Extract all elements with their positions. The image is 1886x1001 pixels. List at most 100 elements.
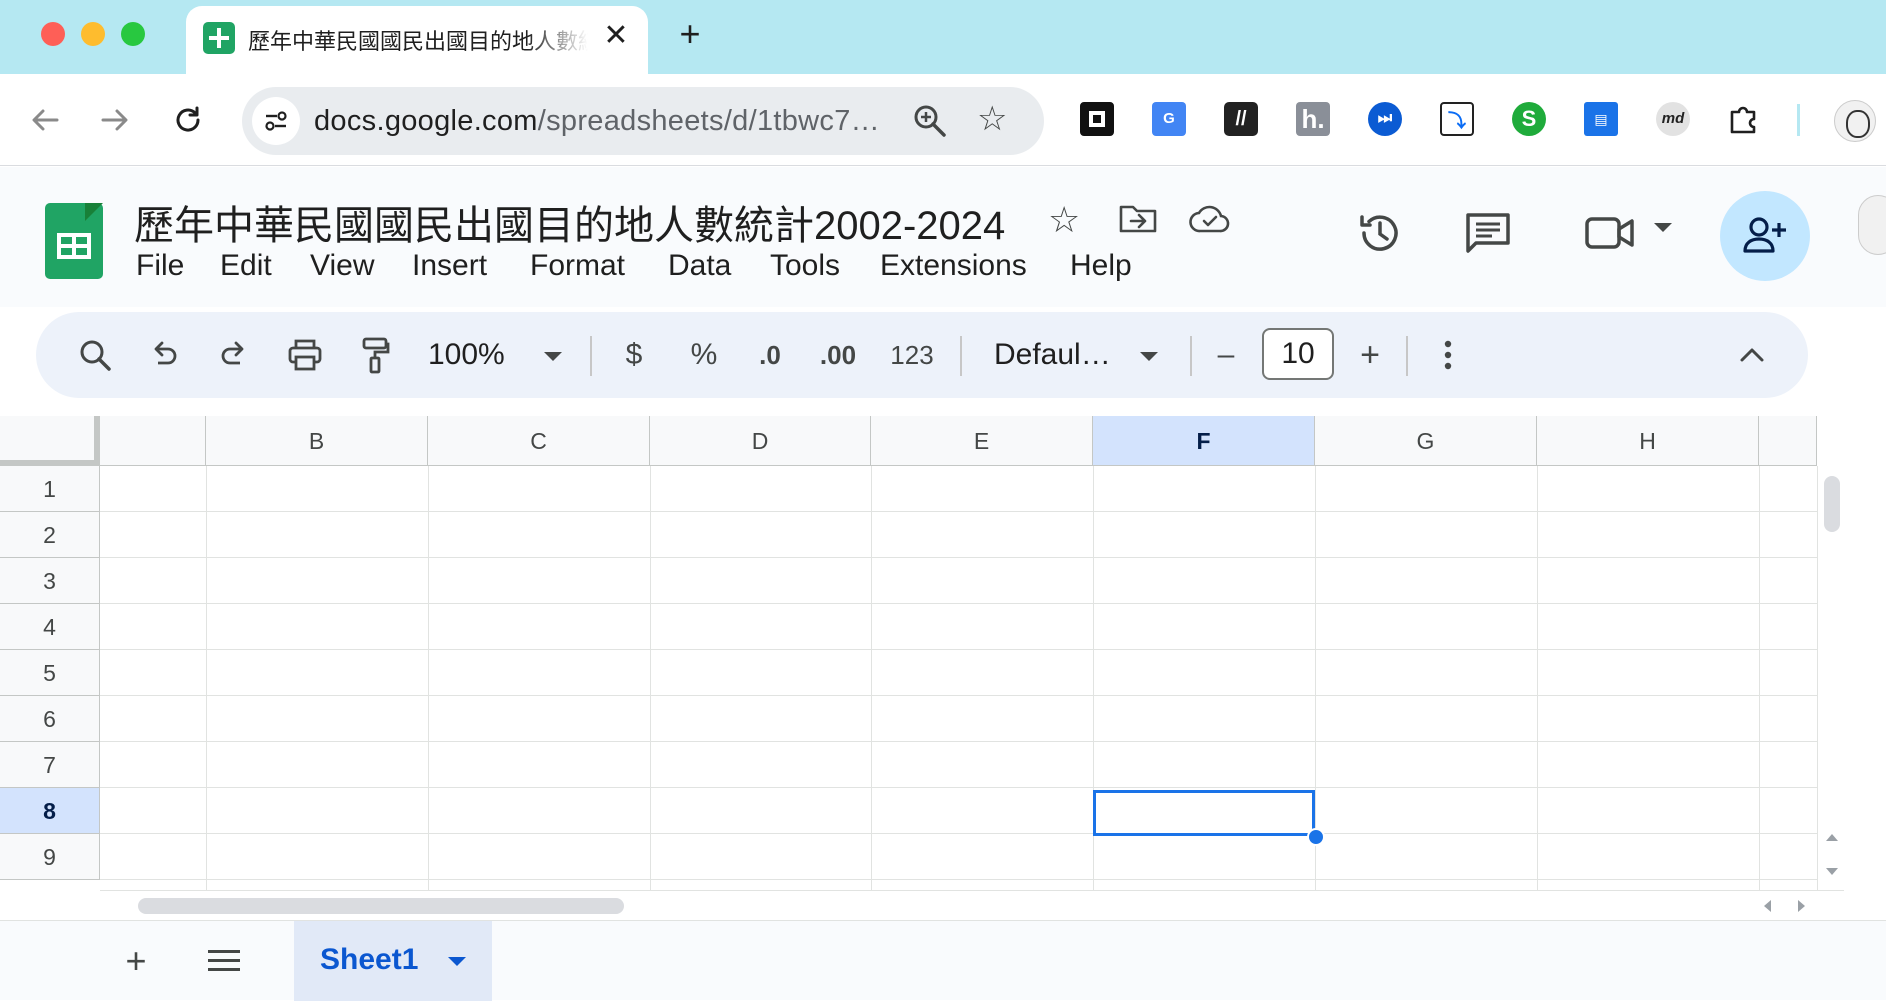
address-bar[interactable]: docs.google.com/spreadsheets/d/1tbwc7… ☆ — [242, 87, 1044, 155]
cloud-saved-icon[interactable] — [1188, 203, 1232, 240]
sheet-tab-caret-icon[interactable] — [448, 957, 466, 966]
meet-video-icon[interactable] — [1584, 211, 1636, 260]
google-translate-icon[interactable]: G — [1152, 102, 1186, 136]
md-icon[interactable]: md — [1656, 102, 1690, 136]
row-header[interactable]: 1 — [0, 466, 100, 512]
profile-avatar[interactable] — [1834, 100, 1876, 142]
increase-decimal-button[interactable]: .00 — [812, 332, 864, 378]
row-header[interactable]: 2 — [0, 512, 100, 558]
scroll-right-arrow-icon[interactable] — [1798, 900, 1805, 912]
vertical-scroll-thumb[interactable] — [1824, 476, 1840, 532]
scroll-left-arrow-icon[interactable] — [1764, 900, 1771, 912]
increase-font-size-button[interactable]: + — [1352, 332, 1388, 378]
menu-help[interactable]: Help — [1070, 249, 1132, 283]
back-button[interactable] — [25, 100, 65, 140]
h-icon[interactable]: h. — [1296, 102, 1330, 136]
extensions-puzzle-icon[interactable] — [1726, 102, 1760, 136]
menu-format[interactable]: Format — [530, 249, 625, 283]
bookmark-star-icon[interactable]: ☆ — [977, 101, 1007, 137]
zoom-icon[interactable] — [912, 103, 948, 144]
vertical-scrollbar[interactable] — [1817, 466, 1844, 890]
media-skip-icon[interactable]: ⏭ — [1368, 102, 1402, 136]
star-icon[interactable]: ☆ — [1048, 199, 1080, 241]
row-header[interactable]: 5 — [0, 650, 100, 696]
browser-tab-active[interactable]: 歷年中華民國國民出國目的地人數統計2002-2024 ✕ — [186, 6, 648, 74]
more-formats-button[interactable]: 123 — [888, 332, 936, 378]
row-header[interactable]: 3 — [0, 558, 100, 604]
menu-edit[interactable]: Edit — [220, 249, 272, 283]
share-button[interactable] — [1720, 191, 1810, 281]
print-icon[interactable] — [284, 332, 326, 378]
horizontal-scrollbar[interactable] — [100, 890, 1844, 920]
window-close-button[interactable] — [41, 22, 65, 46]
menu-extensions[interactable]: Extensions — [880, 249, 1027, 283]
document-title[interactable]: 歷年中華民國國民出國目的地人數統計2002-2024 — [134, 193, 1005, 251]
paint-format-icon[interactable] — [356, 332, 394, 378]
sheet-tab-sheet1[interactable]: Sheet1 — [294, 921, 492, 1001]
add-sheet-button[interactable]: + — [116, 941, 156, 981]
scroll-up-arrow-icon[interactable] — [1826, 834, 1838, 841]
docs-stack-icon[interactable]: ▤ — [1584, 102, 1618, 136]
forward-button[interactable] — [95, 100, 135, 140]
all-sheets-menu-icon[interactable] — [204, 941, 244, 981]
s-circle-icon[interactable]: S — [1512, 102, 1546, 136]
row-header[interactable]: 4 — [0, 604, 100, 650]
comments-icon[interactable] — [1464, 209, 1512, 262]
tab-close-icon[interactable]: ✕ — [600, 20, 632, 52]
column-header-active[interactable]: F — [1093, 416, 1315, 466]
row-header[interactable]: 9 — [0, 834, 100, 880]
search-menus-icon[interactable] — [72, 332, 118, 378]
column-header[interactable]: C — [428, 416, 650, 466]
selected-cell-f8[interactable] — [1093, 790, 1315, 836]
sheets-logo-icon[interactable] — [45, 203, 103, 279]
horizontal-scroll-thumb[interactable] — [138, 898, 624, 914]
column-header[interactable]: D — [650, 416, 871, 466]
site-info-button[interactable] — [252, 97, 300, 145]
menu-tools[interactable]: Tools — [770, 249, 840, 283]
move-folder-icon[interactable] — [1118, 203, 1158, 240]
row-header-active[interactable]: 8 — [0, 788, 100, 834]
person-add-icon — [1743, 217, 1786, 253]
undo-icon[interactable] — [144, 332, 184, 378]
collapse-menus-icon[interactable] — [1732, 332, 1772, 378]
slash-lines-icon[interactable]: // — [1224, 102, 1258, 136]
font-family-select[interactable]: Defaul… — [994, 332, 1124, 378]
font-size-input[interactable]: 10 — [1262, 328, 1334, 380]
redo-icon[interactable] — [214, 332, 254, 378]
window-minimize-button[interactable] — [81, 22, 105, 46]
menu-data[interactable]: Data — [668, 249, 731, 283]
column-header[interactable]: G — [1315, 416, 1537, 466]
reload-button[interactable] — [168, 100, 208, 140]
window-zoom-button[interactable] — [121, 22, 145, 46]
menu-file[interactable]: File — [136, 249, 184, 283]
select-all-corner[interactable] — [0, 416, 100, 466]
row-header[interactable]: 7 — [0, 742, 100, 788]
font-caret-icon[interactable] — [1140, 352, 1158, 361]
increase-decimal-label: .00 — [819, 340, 857, 370]
row-header[interactable]: 6 — [0, 696, 100, 742]
currency-format-button[interactable]: $ — [616, 332, 652, 378]
spreadsheet-grid[interactable]: B C D E F G H 1 2 3 4 5 6 7 8 9 — [0, 416, 1844, 890]
column-header[interactable]: B — [206, 416, 428, 466]
square-frame-icon[interactable] — [1080, 102, 1114, 136]
new-tab-button[interactable]: + — [672, 16, 708, 52]
decrease-decimal-button[interactable]: .0 — [748, 332, 792, 378]
menu-view[interactable]: View — [310, 249, 374, 283]
user-avatar[interactable] — [1858, 195, 1886, 255]
percent-format-button[interactable]: % — [684, 332, 724, 378]
meet-caret-icon[interactable] — [1654, 223, 1672, 232]
version-history-icon[interactable] — [1356, 209, 1404, 262]
menu-insert[interactable]: Insert — [412, 249, 487, 283]
column-header-a-partial[interactable] — [100, 416, 206, 466]
zoom-select[interactable]: 100% — [428, 332, 528, 378]
fill-handle[interactable] — [1307, 828, 1325, 846]
column-header[interactable]: H — [1537, 416, 1759, 466]
column-header-i-partial[interactable] — [1759, 416, 1817, 466]
more-options-icon[interactable] — [1430, 332, 1466, 378]
url-text[interactable]: docs.google.com/spreadsheets/d/1tbwc7… — [314, 105, 880, 138]
zoom-caret-icon[interactable] — [544, 352, 562, 361]
file-arrow-icon[interactable]: ⤵ — [1440, 102, 1474, 136]
decrease-font-size-button[interactable]: – — [1208, 332, 1244, 378]
scroll-down-arrow-icon[interactable] — [1826, 868, 1838, 875]
column-header[interactable]: E — [871, 416, 1093, 466]
